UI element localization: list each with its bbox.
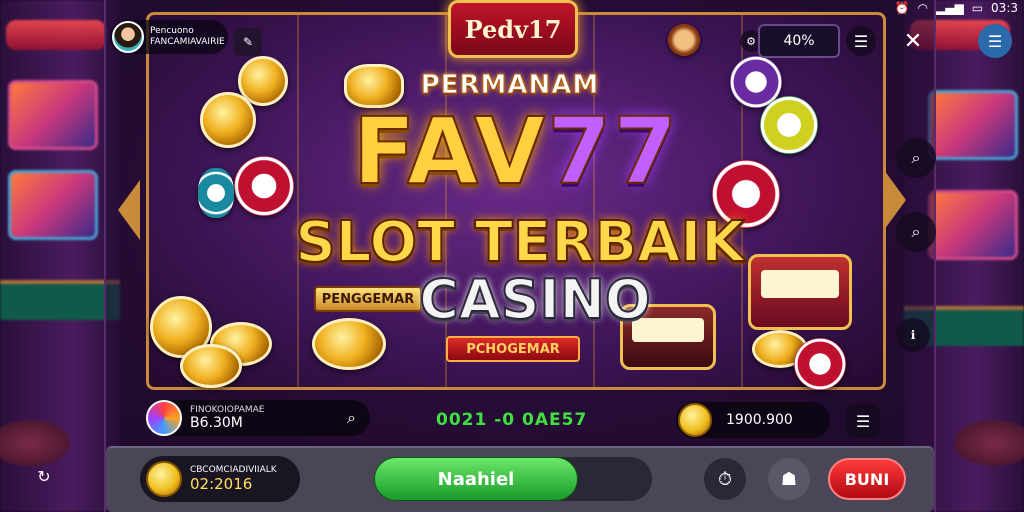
search-icon[interactable]: ⌕ [347, 408, 356, 428]
percent-display: 40% [758, 24, 840, 58]
signal-icon: ▂▄▆ [936, 1, 964, 15]
balance-pill: 1900.900 [676, 402, 830, 438]
banner-subtitle: SLOT TERBAIK [294, 209, 745, 276]
casino-chip-icon [234, 156, 294, 216]
game-info-label: FINOKOIOPAMAE [190, 405, 265, 415]
background-arcade-left [0, 0, 120, 512]
casino-chip-icon [794, 338, 846, 390]
timer-icon[interactable]: ⏱ [704, 458, 746, 500]
banner-title-top: PERMANAM [420, 70, 600, 101]
bag-icon[interactable]: ☗ [768, 458, 810, 500]
banner-title-main: FAV77 [296, 101, 736, 203]
refresh-icon[interactable]: ↻ [30, 462, 58, 490]
game-icon [146, 400, 182, 436]
search-icon[interactable]: ⌕ [896, 138, 936, 178]
game-info-pill[interactable]: FINOKOIOPAMAE B6.30M ⌕ [146, 400, 370, 436]
info-icon[interactable]: ℹ [896, 318, 930, 352]
ribbon-left: PENGGEMAR [314, 286, 422, 312]
wifi-icon: ◠ [917, 1, 929, 15]
device-status-bar: ⏰ ◠ ▂▄▆ ▭ 03:3 [895, 0, 1018, 16]
menu-icon[interactable]: ☰ [846, 404, 880, 438]
banner-title-fav: FAV [352, 98, 548, 205]
coin-counter-label: CBCOMCIADIVIIALK [190, 465, 277, 475]
close-icon[interactable]: ✕ [898, 26, 928, 56]
menu-icon[interactable]: ☰ [978, 24, 1012, 58]
alarm-icon: ⏰ [894, 1, 910, 15]
search-icon[interactable]: ⌕ [896, 212, 936, 252]
coin-icon [180, 344, 242, 388]
player-profile[interactable]: Pencuono FANCAMIAVAIRIE [110, 20, 228, 54]
spin-button[interactable]: Naahiel [374, 457, 578, 501]
game-stage: ⏰ ◠ ▂▄▆ ▭ 03:3 Pencuono FANCAMIAVAIRIE ✎… [0, 0, 1024, 512]
game-logo: Pedv17 [448, 0, 578, 58]
center-counter: 0021 -0 0AE57 [436, 410, 588, 430]
casino-chip-icon [760, 96, 818, 154]
game-info-value: B6.30M [190, 415, 243, 431]
profile-subtitle: FANCAMIAVAIRIE [150, 37, 225, 47]
clock: 03:3 [991, 1, 1018, 15]
coin-counter-value: 02:2016 [190, 475, 253, 493]
coin-icon [312, 318, 386, 370]
battery-icon: ▭ [971, 1, 984, 15]
balance-value: 1900.900 [726, 412, 793, 428]
coin-icon [146, 461, 182, 497]
edit-icon[interactable]: ✎ [234, 28, 262, 56]
ribbon-bottom: PCHOGEMAR [446, 336, 580, 362]
casino-chip-icon [668, 24, 700, 56]
menu-icon[interactable]: ☰ [846, 26, 876, 56]
coin-icon [678, 403, 712, 437]
coin-counter-pill: CBCOMCIADIVIIALK 02:2016 [140, 456, 300, 502]
profile-name: Pencuono [150, 26, 194, 36]
banner-title-77: 77 [546, 98, 680, 205]
buy-button[interactable]: BUNI [828, 458, 906, 500]
casino-chip-icon [198, 168, 234, 218]
avatar[interactable] [112, 21, 144, 53]
banner-casino: CASINO [418, 267, 652, 332]
coin-icon [200, 92, 256, 148]
